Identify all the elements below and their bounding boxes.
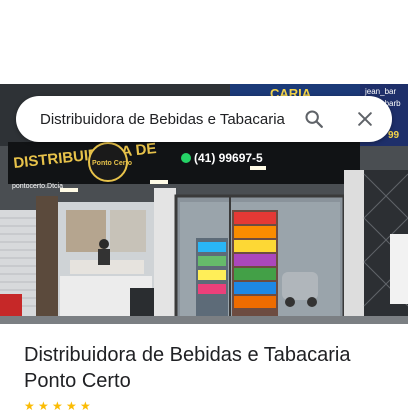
rating-stars: ★ ★ ★ ★ ★ — [24, 400, 92, 412]
instagram-handle-1: jean_bar — [364, 87, 396, 96]
search-button[interactable] — [302, 107, 326, 131]
store-logo-text: Ponto Certo — [92, 160, 132, 167]
star-icon: ★ — [66, 399, 77, 413]
star-icon: ★ — [38, 399, 49, 413]
star-icon: ★ — [24, 399, 35, 413]
store-phone-text: (41) 99697-5 — [194, 151, 263, 165]
close-icon — [358, 112, 372, 126]
top-blank-area — [0, 0, 408, 84]
star-icon: ★ — [80, 399, 91, 413]
search-icon — [305, 110, 323, 128]
star-icon: ★ — [52, 399, 63, 413]
clear-search-button[interactable] — [353, 107, 377, 131]
search-bar[interactable] — [16, 96, 392, 142]
store-instagram-text: pontocerto.Dtcia — [12, 183, 63, 190]
partial-number-text: 99 — [388, 130, 400, 141]
search-input[interactable] — [40, 108, 286, 130]
place-name: Distribuidora de Bebidas e Tabacaria Pon… — [24, 344, 351, 392]
